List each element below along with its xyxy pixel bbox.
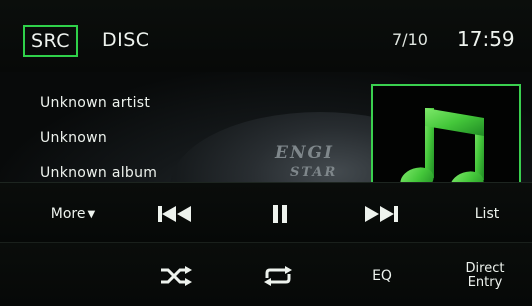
repeat-button[interactable] bbox=[260, 263, 296, 289]
mode-controls-row: EQ Direct Entry bbox=[0, 242, 532, 306]
emblem-text-line1: ENGI bbox=[275, 143, 334, 163]
music-note-icon bbox=[400, 108, 484, 182]
album-art[interactable] bbox=[371, 84, 521, 182]
next-track-icon bbox=[365, 206, 398, 222]
shuffle-icon bbox=[161, 266, 192, 286]
emblem-text-line2: STAR bbox=[290, 165, 338, 180]
clock: 17:59 bbox=[457, 27, 515, 51]
direct-entry-button[interactable]: Direct Entry bbox=[452, 257, 518, 295]
header-bar: SRC DISC 7/10 17:59 bbox=[0, 0, 532, 72]
current-source-label: DISC bbox=[102, 29, 150, 51]
media-player-screen: SRC DISC 7/10 17:59 ENGI STAR Unknown ar… bbox=[0, 0, 532, 306]
playback-controls-row: More ▼ List bbox=[0, 182, 532, 243]
chevron-down-icon: ▼ bbox=[87, 208, 96, 220]
pause-icon bbox=[273, 205, 287, 223]
previous-track-button[interactable] bbox=[158, 201, 192, 227]
direct-entry-label-line2: Entry bbox=[467, 275, 503, 290]
source-button[interactable]: SRC bbox=[23, 25, 78, 57]
eq-button[interactable]: EQ bbox=[362, 265, 402, 287]
direct-entry-label-line1: Direct bbox=[465, 261, 505, 276]
more-button[interactable]: More ▼ bbox=[38, 202, 108, 226]
artist-label: Unknown artist bbox=[40, 95, 151, 111]
album-label: Unknown album bbox=[40, 165, 158, 181]
track-counter: 7/10 bbox=[392, 30, 428, 49]
list-button[interactable]: List bbox=[462, 202, 512, 226]
repeat-icon bbox=[264, 266, 292, 286]
more-button-label: More bbox=[50, 206, 86, 222]
now-playing-info: ENGI STAR Unknown artist Unknown Unknown… bbox=[0, 72, 532, 182]
pause-button[interactable] bbox=[263, 201, 297, 227]
shuffle-button[interactable] bbox=[158, 263, 194, 289]
next-track-button[interactable] bbox=[364, 201, 398, 227]
previous-track-icon bbox=[158, 206, 191, 222]
track-title-label: Unknown bbox=[40, 130, 108, 146]
